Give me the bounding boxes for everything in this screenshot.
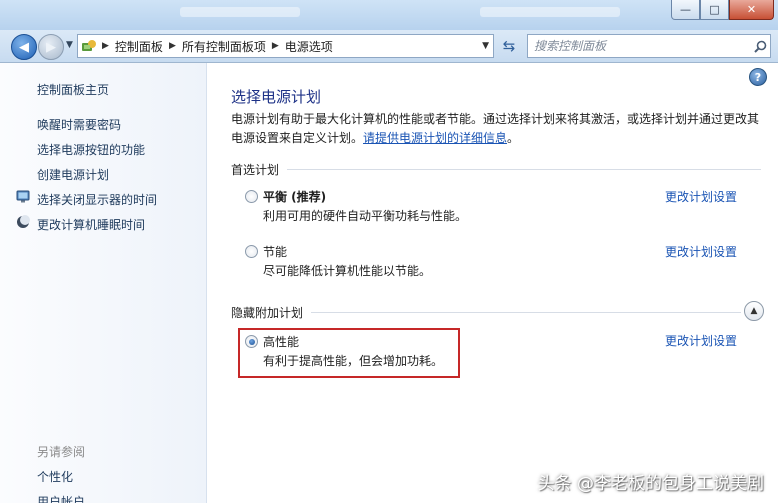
control-panel-icon [78, 35, 100, 57]
chevron-down-icon[interactable]: ▼ [482, 41, 489, 51]
chevron-right-icon[interactable]: ▶ [100, 41, 111, 51]
intro-text: 电源计划有助于最大化计算机的性能或者节能。通过选择计划来将其激活，或选择计划并通… [231, 110, 763, 148]
chevron-right-icon[interactable]: ▶ [270, 41, 281, 51]
see-also-personalization[interactable]: 个性化 [37, 468, 73, 485]
radio-high-performance[interactable] [245, 335, 258, 348]
group-title: 首选计划 [231, 163, 280, 177]
breadcrumb-control-panel[interactable]: 控制面板 [111, 38, 167, 55]
breadcrumb-all-items[interactable]: 所有控制面板项 [178, 38, 270, 55]
see-also-heading: 另请参阅 [37, 445, 86, 459]
group-title: 隐藏附加计划 [231, 306, 304, 320]
sidebar-item-wake-password[interactable]: 唤醒时需要密码 [37, 116, 121, 133]
chevron-right-icon[interactable]: ▶ [167, 41, 178, 51]
intro-period: 。 [507, 131, 520, 145]
see-also-user-accounts[interactable]: 用户帐户 [37, 493, 85, 503]
plan-name: 节能 [263, 245, 288, 259]
breadcrumb-power-options[interactable]: 电源选项 [281, 38, 337, 55]
title-bar[interactable]: — □ ✕ [0, 0, 778, 30]
recent-pages-dropdown[interactable]: ▼ [66, 40, 73, 50]
sidebar-item-home[interactable]: 控制面板主页 [37, 81, 109, 98]
arrow-left-icon: ◀ [19, 39, 29, 55]
radio-balanced[interactable] [245, 190, 258, 203]
sidebar-item-power-button[interactable]: 选择电源按钮的功能 [37, 141, 145, 158]
search-input[interactable] [528, 37, 750, 55]
caption-buttons: — □ ✕ [671, 0, 774, 20]
back-button[interactable]: ◀ [11, 34, 37, 60]
close-button[interactable]: ✕ [729, 0, 774, 20]
search-icon[interactable] [750, 36, 770, 56]
change-plan-settings-power-saver[interactable]: 更改计划设置 [665, 243, 737, 260]
sidebar-item-create-plan[interactable]: 创建电源计划 [37, 166, 109, 183]
minimize-button[interactable]: — [671, 0, 700, 20]
divider [287, 169, 761, 170]
arrow-right-icon: ▶ [46, 39, 56, 55]
plan-name: 高性能 [263, 335, 300, 349]
radio-power-saver[interactable] [245, 245, 258, 258]
watermark: 头条 @李老板的包身工说美剧 [537, 474, 764, 494]
change-plan-settings-balanced[interactable]: 更改计划设置 [665, 188, 737, 205]
task-pane: 控制面板主页 唤醒时需要密码 选择电源按钮的功能 创建电源计划 选择关闭显示器的… [0, 63, 207, 503]
monitor-icon [16, 190, 30, 203]
main-panel: ? 选择电源计划 电源计划有助于最大化计算机的性能或者节能。通过选择计划来将其激… [207, 63, 778, 503]
page-title: 选择电源计划 [231, 88, 322, 106]
sidebar-item-sleep-time[interactable]: 更改计算机睡眠时间 [37, 216, 145, 233]
sidebar-item-display-off[interactable]: 选择关闭显示器的时间 [37, 191, 157, 208]
refresh-button[interactable]: ⇆ [497, 34, 521, 58]
content-area: 控制面板主页 唤醒时需要密码 选择电源按钮的功能 创建电源计划 选择关闭显示器的… [0, 63, 778, 503]
plan-description: 有利于提高性能，但会增加功耗。 [263, 354, 444, 368]
preferred-plans-header: 首选计划 [231, 161, 761, 178]
chevron-up-icon: ▲ [750, 306, 758, 316]
forward-button[interactable]: ▶ [38, 34, 64, 60]
help-icon[interactable]: ? [749, 68, 767, 86]
plan-name: 平衡 (推荐) [263, 190, 327, 204]
moon-icon [17, 215, 30, 228]
control-panel-window: — □ ✕ ◀ ▶ ▼ ▶ 控制面板 ▶ 所有控制面板项 ▶ 电源选项 ▼ ⇆ … [0, 0, 778, 503]
plan-details-link[interactable]: 请提供电源计划的详细信息 [363, 131, 507, 145]
divider [311, 312, 741, 313]
navigation-bar: ◀ ▶ ▼ ▶ 控制面板 ▶ 所有控制面板项 ▶ 电源选项 ▼ ⇆ [0, 30, 778, 63]
collapse-button[interactable]: ▲ [744, 301, 764, 321]
maximize-button[interactable]: □ [700, 0, 729, 20]
plan-description: 尽可能降低计算机性能以节能。 [263, 264, 432, 278]
refresh-icon: ⇆ [502, 37, 516, 55]
address-bar[interactable]: ▶ 控制面板 ▶ 所有控制面板项 ▶ 电源选项 ▼ [77, 34, 494, 58]
search-box[interactable] [527, 34, 771, 58]
change-plan-settings-high-performance[interactable]: 更改计划设置 [665, 332, 737, 349]
title-bar-glass [480, 7, 620, 17]
title-bar-glass [180, 7, 300, 17]
hidden-plans-header[interactable]: 隐藏附加计划 [231, 304, 741, 321]
plan-description: 利用可用的硬件自动平衡功耗与性能。 [263, 209, 468, 223]
